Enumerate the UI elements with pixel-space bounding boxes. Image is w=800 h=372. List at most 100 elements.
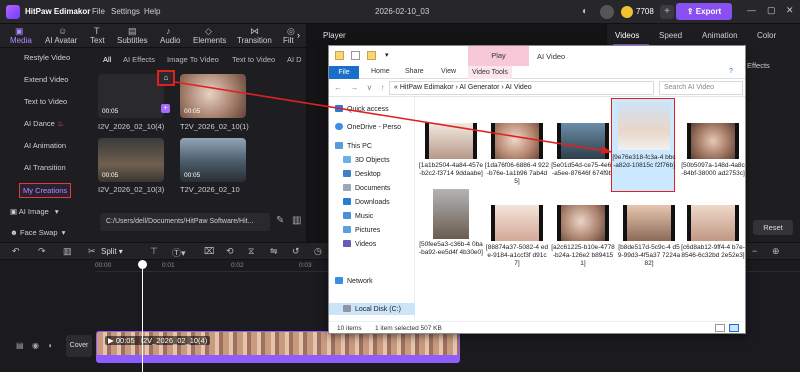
hint-icon[interactable]: ◐ bbox=[578, 5, 592, 19]
file-item[interactable]: [50fee5a3-c36b-4 0ba-ba92-ee5d4f 4b30e0] bbox=[419, 189, 483, 267]
mute-icon[interactable]: ◑ bbox=[47, 341, 52, 350]
ribbon-view[interactable]: View bbox=[441, 68, 456, 75]
nav-pictures[interactable]: Pictures bbox=[343, 226, 380, 234]
nav-documents[interactable]: Documents bbox=[343, 184, 390, 192]
nav-this-pc[interactable]: This PC bbox=[335, 142, 372, 150]
delete-icon[interactable]: ▥ bbox=[292, 215, 301, 226]
media-thumb[interactable]: 00:05 bbox=[98, 74, 164, 118]
nav-extend-video[interactable]: Extend Video bbox=[24, 75, 68, 84]
undo-icon[interactable]: ↶ bbox=[12, 246, 20, 257]
nav-quick-access[interactable]: Quick access bbox=[335, 105, 389, 113]
media-thumb[interactable]: 00:05 bbox=[98, 138, 164, 182]
file-item[interactable]: [b8de517d-5c9c-4 d59-99d3-4f5a37 7224a82… bbox=[617, 205, 681, 277]
lock-track-icon[interactable]: ▤ bbox=[16, 341, 24, 350]
file-item[interactable]: [5e01d54d-ce75-4e67-a5ee-87646f 674f9b] bbox=[551, 123, 615, 195]
maximize-icon[interactable]: ▢ bbox=[767, 5, 776, 16]
nav-ai-dance[interactable]: AI Dance ♨ bbox=[24, 119, 64, 128]
delete-clip-icon[interactable]: ▥ bbox=[63, 246, 72, 257]
file-item[interactable]: [a2c61225-b10e-4778-b24a-126e2 b894151] bbox=[551, 205, 615, 277]
chevron-right-icon[interactable]: › bbox=[297, 30, 300, 40]
tab-transition[interactable]: Transition bbox=[237, 36, 272, 45]
text-tool-icon[interactable]: Ⓣ▾ bbox=[172, 246, 186, 259]
nav-desktop[interactable]: Desktop bbox=[343, 170, 381, 178]
menu-file[interactable]: File bbox=[92, 7, 105, 16]
tab-color[interactable]: Color bbox=[757, 31, 776, 40]
nav-ai-animation[interactable]: AI Animation bbox=[24, 141, 66, 150]
customize-icon[interactable]: ▾ bbox=[385, 51, 394, 60]
nav-music[interactable]: Music bbox=[343, 212, 373, 220]
subtab-text-to-video[interactable]: Text to Video bbox=[232, 55, 275, 64]
minimize-icon[interactable]: — bbox=[747, 5, 756, 15]
reverse-icon[interactable]: ↺ bbox=[292, 246, 300, 257]
tab-elements[interactable]: Elements bbox=[193, 36, 226, 45]
search-input[interactable]: Search AI Video bbox=[659, 81, 743, 95]
zoom-in-icon[interactable]: ⊕ bbox=[772, 246, 780, 257]
tab-speed[interactable]: Speed bbox=[659, 31, 682, 40]
subtab-image-to-video[interactable]: Image To Video bbox=[167, 55, 219, 64]
freeze-icon[interactable]: ⧖ bbox=[248, 246, 254, 257]
close-icon[interactable]: ✕ bbox=[786, 5, 794, 16]
file-item-selected[interactable]: [9e76e318-fc3a-4 bbc-a82d-10815c f2f76b] bbox=[611, 98, 676, 192]
edit-icon[interactable]: ✎ bbox=[276, 215, 284, 226]
details-view-icon[interactable] bbox=[715, 324, 725, 332]
tab-filter[interactable]: Filt bbox=[283, 36, 294, 45]
avatar-icon[interactable] bbox=[600, 5, 614, 19]
nav-arrows[interactable]: ← → ∨ ↑ bbox=[334, 83, 388, 92]
properties-icon[interactable] bbox=[351, 51, 360, 60]
new-folder-icon[interactable] bbox=[367, 51, 376, 60]
nav-local-disk[interactable]: Local Disk (C:) bbox=[343, 305, 401, 313]
mirror-icon[interactable]: ⇋ bbox=[270, 246, 278, 257]
playhead[interactable] bbox=[142, 260, 143, 372]
cover-button[interactable]: Cover bbox=[66, 335, 92, 357]
file-item[interactable]: [88874a37-5082-4 ede-9184-a1ccf3f d91c7] bbox=[485, 205, 549, 277]
nav-downloads[interactable]: Downloads bbox=[343, 198, 390, 206]
reset-button[interactable]: Reset bbox=[753, 220, 793, 235]
tab-animation[interactable]: Animation bbox=[702, 31, 738, 40]
tab-media[interactable]: Media bbox=[10, 36, 32, 45]
split-icon[interactable]: ✂ bbox=[88, 246, 96, 257]
export-button[interactable]: ⇪ Export bbox=[676, 3, 732, 20]
nav-my-creations[interactable]: My Creations bbox=[19, 183, 72, 198]
nav-videos[interactable]: Videos bbox=[343, 240, 376, 248]
ribbon-share[interactable]: Share bbox=[405, 68, 424, 75]
speed-icon[interactable]: ◷ bbox=[314, 246, 322, 257]
ribbon-home[interactable]: Home bbox=[371, 68, 390, 75]
file-item[interactable]: [1da76f06-6886-4 922-b76e-1a1b96 7ab4d5] bbox=[485, 123, 549, 195]
zoom-out-icon[interactable]: − bbox=[752, 246, 757, 256]
media-thumb[interactable]: 00:05 bbox=[180, 74, 246, 118]
large-icons-view-icon[interactable] bbox=[729, 324, 739, 332]
split-button[interactable]: Split ▾ bbox=[101, 247, 123, 256]
tab-text[interactable]: Text bbox=[90, 36, 105, 45]
add-coins-icon[interactable]: + bbox=[660, 5, 674, 19]
nav-restyle-video[interactable]: Restyle Video bbox=[24, 53, 70, 62]
tab-ai-avatar[interactable]: AI Avatar bbox=[45, 36, 77, 45]
play-context-tab[interactable]: Play bbox=[468, 46, 529, 66]
nav-group-ai-image[interactable]: ▣ AI Image ▾ bbox=[10, 207, 59, 216]
video-clip[interactable]: ▶ 00:05 I2V_2026_02_10(4) bbox=[96, 331, 460, 363]
visibility-icon[interactable]: ◉ bbox=[32, 341, 39, 350]
file-item[interactable]: [c6d8ab12-9ff4-4 b7e-8546-6c32bd 2e52e3] bbox=[681, 205, 745, 277]
nav-ai-transition[interactable]: AI Transition bbox=[24, 163, 66, 172]
add-to-timeline-icon[interactable]: + bbox=[161, 104, 170, 113]
menu-help[interactable]: Help bbox=[144, 7, 160, 16]
rotate-icon[interactable]: ⟲ bbox=[226, 246, 234, 257]
subtab-ai-effects[interactable]: AI Effects bbox=[123, 55, 155, 64]
effects-label[interactable]: Effects bbox=[747, 61, 770, 70]
nav-onedrive[interactable]: OneDrive - Perso bbox=[335, 123, 401, 131]
file-item[interactable]: [50b5097a-148d-4a8c-84bf-38000 ad2753c] bbox=[681, 123, 745, 195]
help-icon[interactable]: ? bbox=[729, 68, 733, 75]
tab-subtitles[interactable]: Subtitles bbox=[117, 36, 148, 45]
marker-icon[interactable]: ⊤ bbox=[150, 246, 158, 257]
ribbon-video-tools[interactable]: Video Tools bbox=[468, 66, 512, 79]
nav-text-to-video[interactable]: Text to Video bbox=[24, 97, 67, 106]
menu-settings[interactable]: Settings bbox=[111, 7, 140, 16]
file-item[interactable]: [1a1b2504-4a84-457e-b2c2-f3714 9ddaabe] bbox=[419, 123, 483, 195]
playhead-handle[interactable] bbox=[138, 260, 147, 269]
open-folder-icon[interactable]: ⌂ bbox=[157, 70, 175, 86]
address-bar[interactable]: « HitPaw Edimakor › AI Generator › AI Vi… bbox=[389, 81, 654, 95]
folder-path-field[interactable]: C:/Users/dell/Documents/HitPaw Software/… bbox=[100, 213, 270, 231]
media-thumb[interactable]: 00:05 bbox=[180, 138, 246, 182]
redo-icon[interactable]: ↷ bbox=[38, 246, 46, 257]
subtab-all[interactable]: All bbox=[103, 55, 111, 64]
nav-network[interactable]: Network bbox=[335, 277, 373, 285]
